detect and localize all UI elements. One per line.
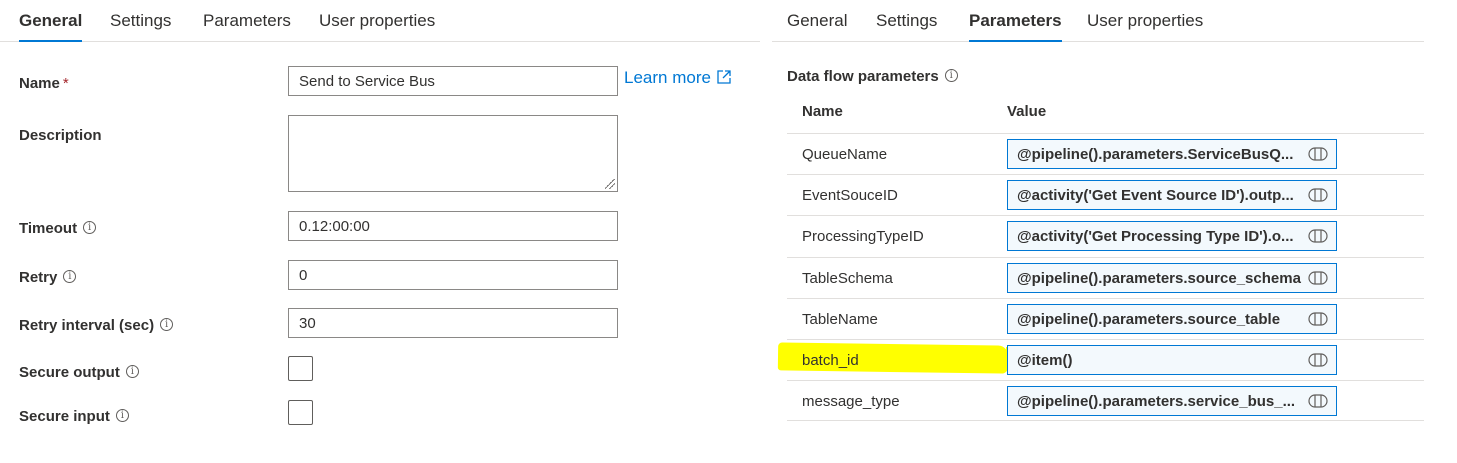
timeout-input[interactable]: 0.12:00:00: [288, 211, 618, 241]
table-row: ProcessingTypeID @activity('Get Processin…: [787, 215, 1424, 256]
tab-user-properties[interactable]: User properties: [319, 11, 435, 42]
parameter-value-text[interactable]: @activity('Get Event Source ID').outp...: [1017, 187, 1294, 204]
parameter-value-input[interactable]: @pipeline().parameters.service_bus_...: [1007, 386, 1337, 417]
tab-general[interactable]: General: [19, 11, 83, 42]
left-tab-bar: General Settings Parameters User propert…: [0, 0, 760, 42]
parameter-name: EventSouceID: [802, 187, 898, 205]
table-row: TableName @pipeline().parameters.source_t…: [787, 297, 1424, 339]
secure-output-label-text: Secure output: [19, 364, 120, 381]
parameter-value-text[interactable]: @activity('Get Processing Type ID').o...: [1017, 228, 1294, 245]
timeout-field-label: Timeout i: [19, 220, 97, 237]
resize-grip-icon[interactable]: [605, 179, 615, 189]
expression-icon[interactable]: [1308, 188, 1328, 202]
retry-label-text: Retry: [19, 269, 58, 286]
table-row: message_type @pipeline().parameters.servi…: [787, 380, 1424, 422]
parameter-value-input[interactable]: @pipeline().parameters.source_schema: [1007, 262, 1337, 293]
info-icon[interactable]: i: [160, 318, 174, 331]
column-header-name: Name: [802, 103, 843, 120]
secure-input-label-text: Secure input: [19, 408, 110, 425]
secure-input-checkbox[interactable]: [288, 400, 313, 425]
expression-icon[interactable]: [1308, 353, 1328, 367]
tab-parameters[interactable]: Parameters: [969, 11, 1062, 42]
table-row: QueueName @pipeline().parameters.ServiceB…: [787, 133, 1424, 174]
learn-more-text[interactable]: Learn more: [624, 68, 711, 87]
expression-icon[interactable]: [1308, 270, 1328, 285]
parameter-value-input[interactable]: @pipeline().parameters.source_table: [1007, 303, 1337, 334]
info-icon[interactable]: i: [944, 69, 958, 82]
description-label: Description: [19, 127, 102, 144]
parameter-name: TableName: [802, 310, 878, 328]
external-link-icon: [717, 70, 731, 84]
info-icon[interactable]: i: [63, 270, 77, 283]
parameter-value-text[interactable]: @pipeline().parameters.service_bus_...: [1017, 393, 1295, 410]
parameter-value-input[interactable]: @activity('Get Processing Type ID').o...: [1007, 221, 1337, 252]
parameter-value-text[interactable]: @item(): [1017, 352, 1072, 369]
description-textarea[interactable]: [288, 115, 618, 192]
section-title-text: Data flow parameters: [787, 68, 939, 85]
table-row: batch_id @item(): [787, 339, 1424, 380]
parameter-value-input[interactable]: @activity('Get Event Source ID').outp...: [1007, 180, 1337, 211]
name-label-text: Name: [19, 75, 60, 92]
retry-field-label: Retry i: [19, 269, 77, 286]
expression-icon[interactable]: [1308, 147, 1328, 161]
secure-output-field-label: Secure output i: [19, 364, 139, 381]
parameter-name: QueueName: [802, 146, 888, 163]
parameter-name: batch_id: [802, 352, 859, 369]
table-row: TableSchema @pipeline().parameters.source…: [787, 256, 1424, 298]
secure-output-checkbox[interactable]: [288, 356, 313, 381]
parameter-value-input[interactable]: @pipeline().parameters.ServiceBusQ...: [1007, 139, 1337, 169]
info-icon[interactable]: i: [115, 409, 129, 422]
parameter-value-text[interactable]: @pipeline().parameters.ServiceBusQ...: [1017, 146, 1293, 163]
parameter-name: ProcessingTypeID: [802, 228, 924, 246]
parameter-value-input[interactable]: @item(): [1007, 345, 1337, 375]
column-header-value: Value: [1007, 103, 1047, 120]
data-flow-parameters-title: Data flow parameters i: [787, 68, 958, 85]
expression-icon[interactable]: [1308, 394, 1328, 408]
general-panel: General Settings Parameters User propert…: [0, 0, 760, 463]
secure-input-field-label: Secure input i: [19, 408, 129, 425]
tab-parameters[interactable]: Parameters: [203, 11, 291, 42]
retry-interval-label-text: Retry interval (sec): [19, 317, 155, 334]
required-marker: *: [62, 75, 69, 92]
expression-icon[interactable]: [1308, 229, 1328, 243]
parameter-value-text[interactable]: @pipeline().parameters.source_schema: [1017, 270, 1301, 287]
name-field-label: Name *: [19, 75, 69, 92]
tab-settings[interactable]: Settings: [110, 11, 171, 42]
table-row: EventSouceID @activity('Get Event Source …: [787, 174, 1424, 215]
retry-interval-field-label: Retry interval (sec) i: [19, 317, 174, 334]
tab-general[interactable]: General: [787, 11, 847, 42]
timeout-label-text: Timeout: [19, 220, 78, 237]
right-tab-bar: General Settings Parameters User propert…: [772, 0, 1424, 42]
retry-interval-input[interactable]: 30: [288, 308, 618, 338]
parameters-panel: General Settings Parameters User propert…: [772, 0, 1424, 463]
parameter-name: message_type: [802, 393, 900, 411]
name-input[interactable]: Send to Service Bus: [288, 66, 618, 96]
retry-input[interactable]: 0: [288, 260, 618, 290]
parameter-value-text[interactable]: @pipeline().parameters.source_table: [1017, 311, 1280, 328]
info-icon[interactable]: i: [83, 221, 97, 234]
expression-icon[interactable]: [1308, 312, 1328, 326]
tab-user-properties[interactable]: User properties: [1087, 11, 1203, 42]
tab-settings[interactable]: Settings: [876, 11, 937, 42]
learn-more-link[interactable]: Learn more: [624, 68, 731, 88]
parameter-name: TableSchema: [802, 269, 893, 287]
info-icon[interactable]: i: [125, 365, 139, 378]
